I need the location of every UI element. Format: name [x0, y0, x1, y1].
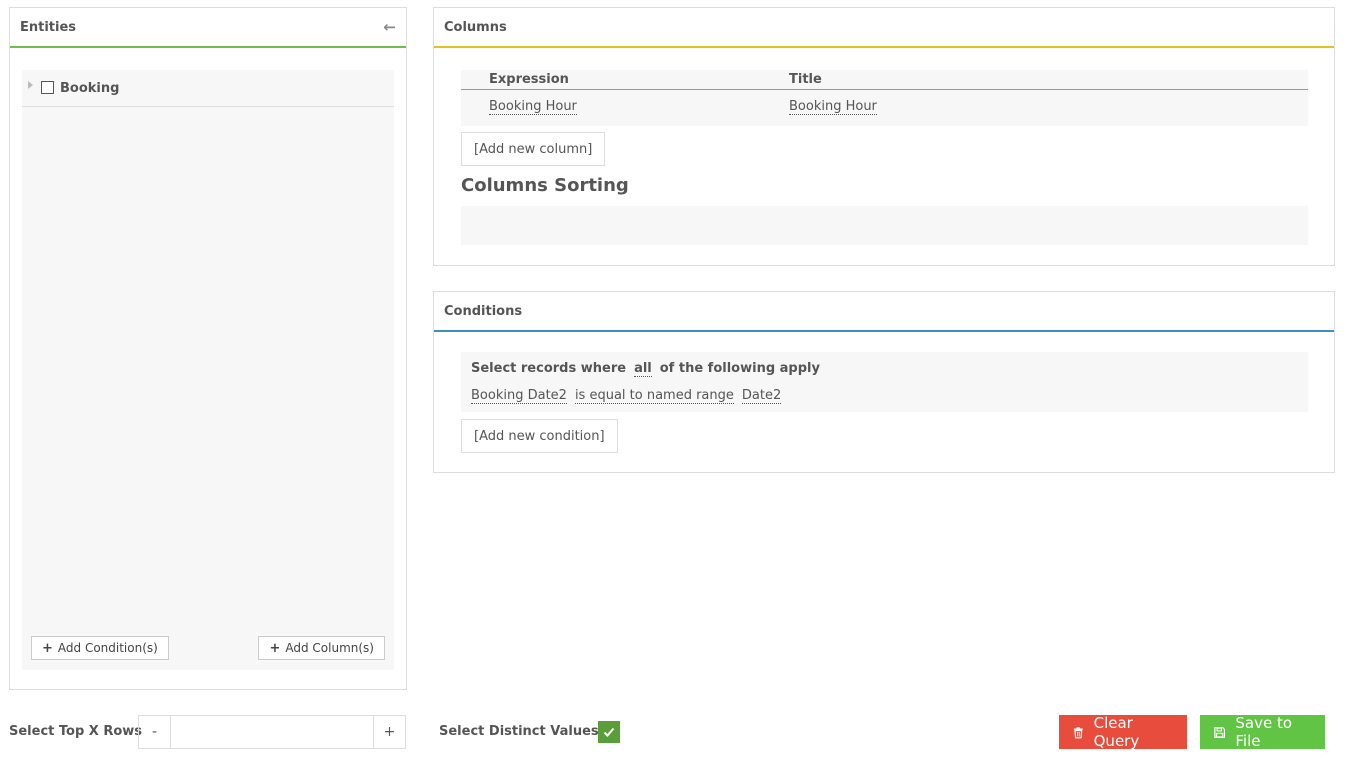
conditions-trail-text: of the following apply — [659, 361, 820, 376]
decrement-button[interactable]: - — [139, 716, 170, 748]
triangle-right-icon[interactable] — [28, 81, 33, 89]
entity-checkbox[interactable] — [41, 80, 54, 94]
check-icon — [603, 727, 615, 737]
columns-table: Expression Title Booking Hour Booking Ho… — [461, 70, 1308, 126]
arrow-left-icon[interactable]: ← — [383, 18, 396, 36]
floppy-icon — [1214, 726, 1226, 738]
columns-sorting-area — [461, 206, 1308, 245]
trash-icon — [1073, 726, 1083, 738]
condition-field[interactable]: Booking Date2 — [471, 388, 567, 404]
entities-title: Entities — [20, 19, 77, 35]
top-rows-stepper: - + — [138, 715, 406, 749]
add-conditions-label: Add Condition(s) — [57, 641, 158, 655]
plus-icon: + — [42, 640, 53, 656]
clear-query-button[interactable]: Clear Query — [1059, 714, 1187, 750]
conditions-title: Conditions — [444, 303, 523, 319]
conditions-lead: Select records where all of the followin… — [471, 355, 1298, 382]
columns-panel: Columns Expression Title Booking Hour Bo… — [433, 7, 1335, 266]
conditions-lead-text: Select records where — [471, 361, 627, 376]
top-rows-input[interactable] — [170, 716, 374, 748]
condition-operator[interactable]: is equal to named range — [574, 388, 734, 404]
columns-table-header: Expression Title — [461, 70, 1308, 90]
conditions-panel: Conditions Select records where all of t… — [433, 291, 1335, 473]
columns-title: Columns — [444, 19, 507, 35]
increment-button[interactable]: + — [374, 716, 405, 748]
conditions-area: Select records where all of the followin… — [461, 352, 1308, 412]
column-expression[interactable]: Booking Hour — [489, 99, 577, 115]
expression-header: Expression — [489, 72, 569, 87]
add-columns-button[interactable]: + Add Column(s) — [258, 636, 385, 660]
add-column-button[interactable]: [Add new column] — [461, 132, 606, 166]
column-title[interactable]: Booking Hour — [789, 99, 877, 115]
title-header: Title — [789, 72, 822, 87]
columns-header: Columns — [434, 8, 1334, 48]
conditions-mode[interactable]: all — [634, 361, 652, 377]
save-to-file-button[interactable]: Save to File — [1200, 714, 1325, 750]
condition-row: Booking Date2 is equal to named range Da… — [471, 382, 1298, 409]
columns-sorting-title: Columns Sorting — [461, 175, 629, 196]
add-conditions-button[interactable]: + Add Condition(s) — [31, 636, 169, 660]
tree-item-booking[interactable]: Booking — [22, 70, 394, 107]
tree-item-label: Booking — [60, 80, 120, 96]
add-columns-label: Add Column(s) — [285, 641, 374, 655]
distinct-checkbox[interactable] — [598, 721, 620, 743]
entities-tree: Booking + Add Condition(s) + Add Column(… — [22, 70, 394, 670]
distinct-label: Select Distinct Values? — [439, 724, 607, 739]
top-rows-label: Select Top X Rows — [9, 724, 143, 739]
entities-header: Entities ← — [10, 8, 406, 48]
table-row: Booking Hour Booking Hour — [461, 90, 1308, 124]
conditions-header: Conditions — [434, 292, 1334, 332]
entities-panel: Entities ← Booking + Add Condition(s) + … — [9, 7, 407, 690]
clear-query-label: Clear Query — [1093, 714, 1140, 750]
save-to-file-label: Save to File — [1235, 714, 1293, 750]
condition-value[interactable]: Date2 — [741, 388, 782, 404]
add-condition-button[interactable]: [Add new condition] — [461, 419, 618, 453]
plus-icon: + — [269, 640, 281, 656]
